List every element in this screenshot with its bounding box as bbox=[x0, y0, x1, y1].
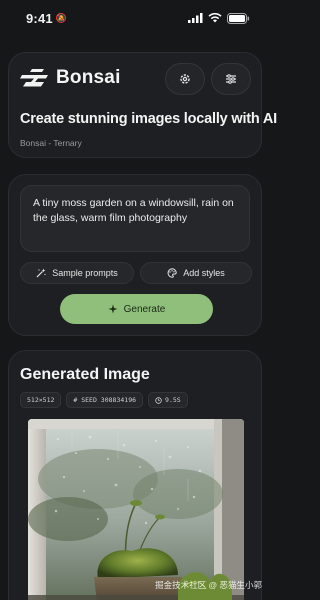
model-label[interactable]: Bonsai - Ternary bbox=[20, 138, 82, 148]
bonsai-logo-icon bbox=[20, 69, 48, 87]
bell-muted-icon: 🔕 bbox=[55, 12, 68, 23]
seed-chip[interactable]: # SEED 308834196 bbox=[66, 392, 144, 408]
clock-text: 9:41 bbox=[26, 10, 53, 26]
size-chip: 512×512 bbox=[20, 392, 62, 408]
add-styles-label: Add styles bbox=[183, 268, 225, 278]
cellular-signal-icon bbox=[188, 13, 203, 23]
generated-image[interactable] bbox=[28, 419, 244, 600]
page-headline: Create stunning images locally with AI bbox=[20, 111, 277, 127]
prompt-card: A tiny moss garden on a windowsill, rain… bbox=[8, 174, 262, 336]
clock-icon bbox=[155, 396, 162, 404]
size-chip-label: 512×512 bbox=[27, 396, 55, 404]
battery-icon bbox=[227, 12, 250, 24]
result-title: Generated Image bbox=[20, 366, 150, 383]
brand-name: Bonsai bbox=[56, 67, 121, 88]
sample-prompts-button[interactable]: Sample prompts bbox=[20, 262, 134, 284]
status-bar: 9:41 🔕 bbox=[0, 0, 270, 36]
sparkle-icon bbox=[108, 304, 118, 314]
palette-icon bbox=[167, 268, 177, 278]
sample-prompts-label: Sample prompts bbox=[52, 268, 118, 278]
filters-button[interactable] bbox=[211, 63, 251, 95]
generate-button[interactable]: Generate bbox=[60, 294, 213, 324]
magic-wand-icon bbox=[36, 268, 46, 278]
status-icons bbox=[188, 12, 250, 24]
result-card: Generated Image 512×512 # SEED 308834196… bbox=[8, 350, 262, 600]
gear-icon bbox=[180, 74, 190, 84]
generated-image-picture bbox=[28, 419, 244, 600]
add-styles-button[interactable]: Add styles bbox=[140, 262, 252, 284]
time-chip-label: 9.5S bbox=[165, 396, 181, 404]
generate-label: Generate bbox=[123, 303, 166, 315]
settings-button[interactable] bbox=[165, 63, 205, 95]
sliders-icon bbox=[226, 74, 236, 84]
status-time: 9:41 🔕 bbox=[26, 11, 67, 26]
header-card: Bonsai Create stunning images locally wi… bbox=[8, 52, 277, 158]
brand-logo: Bonsai bbox=[20, 67, 121, 89]
watermark-text: 掘金技术社区 @ 恶猫生小郭 bbox=[155, 580, 262, 590]
prompt-input[interactable]: A tiny moss garden on a windowsill, rain… bbox=[20, 185, 250, 252]
wifi-icon bbox=[208, 13, 222, 23]
image-meta-chips: 512×512 # SEED 308834196 9.5S bbox=[20, 392, 188, 408]
seed-chip-label: # SEED 308834196 bbox=[73, 396, 137, 404]
time-chip: 9.5S bbox=[148, 392, 188, 408]
